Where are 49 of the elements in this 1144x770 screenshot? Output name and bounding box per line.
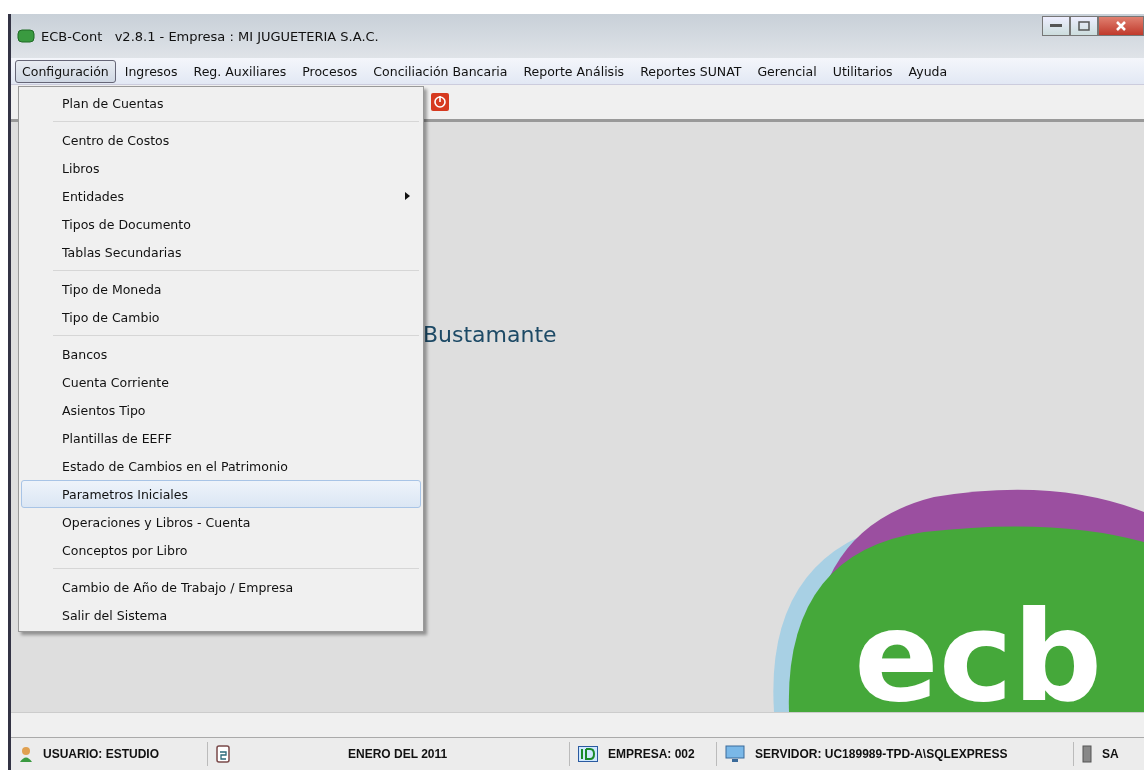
minimize-button[interactable] xyxy=(1042,16,1070,36)
menu-entry[interactable]: Tipos de Documento xyxy=(21,210,421,238)
menu-item[interactable]: Ayuda xyxy=(901,59,955,83)
menu-entry[interactable]: Cuenta Corriente xyxy=(21,368,421,396)
menu-entry[interactable]: Estado de Cambios en el Patrimonio xyxy=(21,452,421,480)
status-text: EMPRESA: 002 xyxy=(608,747,695,761)
app-icon xyxy=(17,29,35,43)
calendar-icon xyxy=(216,745,230,763)
maximize-button[interactable] xyxy=(1070,16,1098,36)
menu-item[interactable]: Gerencial xyxy=(750,59,824,83)
menu-item[interactable]: Conciliación Bancaria xyxy=(366,59,515,83)
menu-entry[interactable]: Salir del Sistema xyxy=(21,601,421,629)
menu-entry[interactable]: Asientos Tipo xyxy=(21,396,421,424)
menu-item[interactable]: Procesos xyxy=(295,59,365,83)
owner-name: Bustamante xyxy=(423,322,557,347)
maximize-icon xyxy=(1078,21,1090,31)
menu-entry[interactable]: Tipo de Cambio xyxy=(21,303,421,331)
menu-entry[interactable]: Plan de Cuentas xyxy=(21,89,421,117)
person-icon xyxy=(19,746,33,762)
status-text: ENERO DEL 2011 xyxy=(348,747,448,761)
status-text: SERVIDOR: UC189989-TPD-A\SQLEXPRESS xyxy=(755,747,1008,761)
menu-item[interactable]: Reg. Auxiliares xyxy=(186,59,294,83)
menu-entry[interactable]: Centro de Costos xyxy=(21,126,421,154)
submenu-arrow-icon xyxy=(405,192,410,200)
close-button[interactable] xyxy=(1098,16,1144,36)
menu-entry[interactable]: Parametros Iniciales xyxy=(21,480,421,508)
menu-entry[interactable]: Tipo de Moneda xyxy=(21,275,421,303)
menu-item[interactable]: Ingresos xyxy=(117,59,185,83)
window-title: ECB-Cont v2.8.1 - Empresa : MI JUGUETERIA S.A.C. xyxy=(41,28,379,44)
status-text: SA xyxy=(1102,747,1119,761)
menu-entry[interactable]: Cambio de Año de Trabajo / Empresa xyxy=(21,573,421,601)
monitor-icon xyxy=(725,745,745,763)
menu-entry[interactable]: Tablas Secundarias xyxy=(21,238,421,266)
menu-item[interactable]: Reporte Análisis xyxy=(516,59,632,83)
menu-item[interactable]: Utilitarios xyxy=(825,59,900,83)
menu-entry[interactable]: Plantillas de EEFF xyxy=(21,424,421,452)
menu-entry[interactable]: Operaciones y Libros - Cuenta xyxy=(21,508,421,536)
menu-item[interactable]: Reportes SUNAT xyxy=(633,59,749,83)
menu-entry[interactable]: Entidades xyxy=(21,182,421,210)
menu-entry[interactable]: Conceptos por Libro xyxy=(21,536,421,564)
menu-item[interactable]: Configuración xyxy=(15,59,116,83)
close-icon xyxy=(1115,20,1127,32)
power-icon[interactable] xyxy=(431,93,449,111)
status-text: USUARIO: ESTUDIO xyxy=(43,747,159,761)
minimize-icon xyxy=(1050,24,1062,28)
menu-entry[interactable]: Libros xyxy=(21,154,421,182)
id-card-icon xyxy=(578,746,598,762)
menu-entry[interactable]: Bancos xyxy=(21,340,421,368)
device-icon xyxy=(1082,745,1092,763)
